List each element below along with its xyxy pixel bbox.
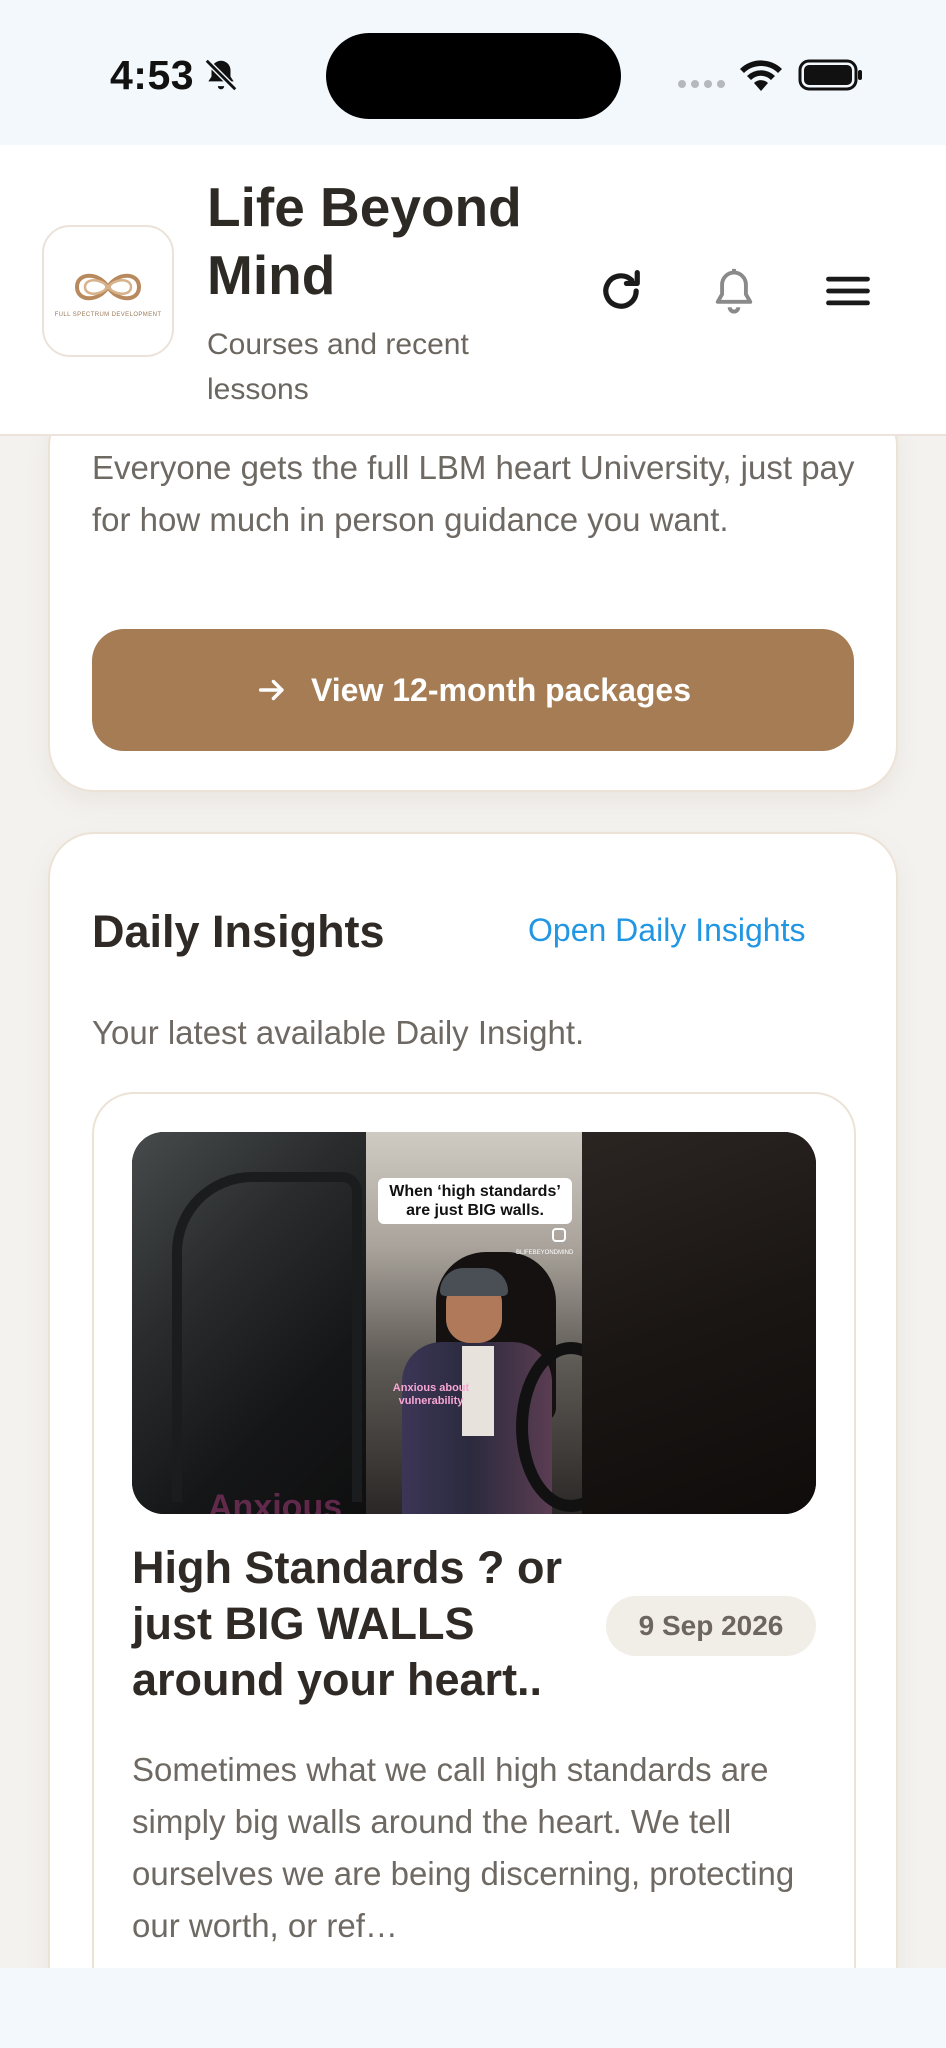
logo-caption: FULL SPECTRUM DEVELOPMENT	[54, 312, 162, 318]
daily-insights-title: Daily Insights	[92, 906, 385, 957]
battery-icon	[798, 59, 862, 91]
thumbnail-handle: BLIFEBEYONDMIND	[516, 1250, 574, 1256]
thumbnail-caption: When ‘high standards’ are just BIG walls…	[378, 1178, 572, 1224]
app-logo[interactable]: FULL SPECTRUM DEVELOPMENT	[42, 225, 174, 357]
insight-title: High Standards ? or just BIG WALLS aroun…	[132, 1542, 563, 1705]
instagram-icon	[552, 1228, 566, 1242]
view-packages-button[interactable]: View 12-month packages	[92, 629, 854, 751]
insight-description: Sometimes what we call high standards ar…	[132, 1751, 795, 1944]
thumbnail-bottom-text: Anxious	[208, 1488, 343, 1514]
status-bar: 4:53	[0, 0, 946, 145]
app-title: Life Beyond Mind	[207, 176, 522, 306]
bell-slash-icon	[204, 58, 238, 92]
open-daily-insights-link[interactable]: Open Daily Insights	[528, 912, 805, 949]
thumbnail-tag: Anxious about vulnerability	[392, 1382, 470, 1407]
arrow-right-icon	[258, 679, 284, 701]
daily-insight-item[interactable]: When ‘high standards’ are just BIG walls…	[92, 1092, 856, 2048]
bell-icon[interactable]	[708, 265, 760, 317]
daily-insights-card: Daily Insights Open Daily Insights Your …	[48, 832, 898, 2048]
wifi-icon	[740, 60, 782, 91]
daily-insights-subtitle: Your latest available Daily Insight.	[92, 1014, 585, 1051]
app-subtitle: Courses and recent lessons	[207, 328, 469, 406]
app-header: FULL SPECTRUM DEVELOPMENT Life Beyond Mi…	[0, 145, 946, 436]
insight-date-badge: 9 Sep 2026	[606, 1596, 816, 1656]
infinity-logo-icon	[74, 273, 142, 301]
view-packages-label: View 12-month packages	[311, 671, 691, 708]
insight-video-thumbnail[interactable]: When ‘high standards’ are just BIG walls…	[132, 1132, 816, 1514]
bottom-safe-area	[0, 1968, 946, 2048]
status-time: 4:53	[110, 52, 195, 98]
menu-icon[interactable]	[822, 265, 874, 317]
dynamic-island	[326, 33, 621, 119]
packages-description: Everyone gets the full LBM heart Univers…	[92, 449, 855, 538]
packages-card: Everyone gets the full LBM heart Univers…	[48, 400, 898, 792]
cellular-dots-icon	[678, 80, 725, 88]
refresh-icon[interactable]	[595, 265, 647, 317]
